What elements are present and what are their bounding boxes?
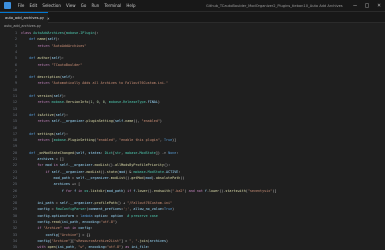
editor-tab-bar: auto_add_archives.py × (0, 12, 385, 23)
code-text[interactable]: with open(ini_path, "w", encoding="utf-8… (21, 244, 149, 250)
line-number: 35 (12, 245, 17, 250)
title-bar: File Edit Selection View Go Run Terminal… (0, 0, 385, 12)
editor-tab[interactable]: auto_add_archives.py × (0, 12, 49, 23)
menu-edit[interactable]: Edit (27, 0, 40, 12)
code-line[interactable]: 35 with open(ini_path, "w", encoding="ut… (0, 244, 385, 250)
menu-run[interactable]: Run (89, 0, 102, 12)
window-controls: – □ × (349, 0, 385, 12)
tab-label: auto_add_archives.py (5, 16, 45, 20)
code-editor[interactable]: 1 class AutoAddArchives(mobase.IPlugin): 2… (0, 30, 385, 250)
menu-file[interactable]: File (15, 0, 27, 12)
close-window-icon[interactable]: × (373, 0, 385, 12)
menu-go[interactable]: Go (78, 0, 89, 12)
menu-help[interactable]: Help (124, 0, 138, 12)
breadcrumb[interactable]: auto_add_archives.py (4, 23, 41, 30)
minimize-icon[interactable]: – (349, 0, 361, 12)
vscode-icon (4, 2, 11, 9)
close-tab-icon[interactable]: × (47, 16, 49, 21)
maximize-icon[interactable]: □ (361, 0, 373, 12)
menu-bar: File Edit Selection View Go Run Terminal… (15, 0, 138, 12)
menu-view[interactable]: View (63, 0, 78, 12)
menu-selection[interactable]: Selection (40, 0, 64, 12)
window-title: Github_TCautoBoulder_ModOrganizer2_Plugi… (206, 4, 343, 8)
menu-terminal[interactable]: Terminal (102, 0, 124, 12)
